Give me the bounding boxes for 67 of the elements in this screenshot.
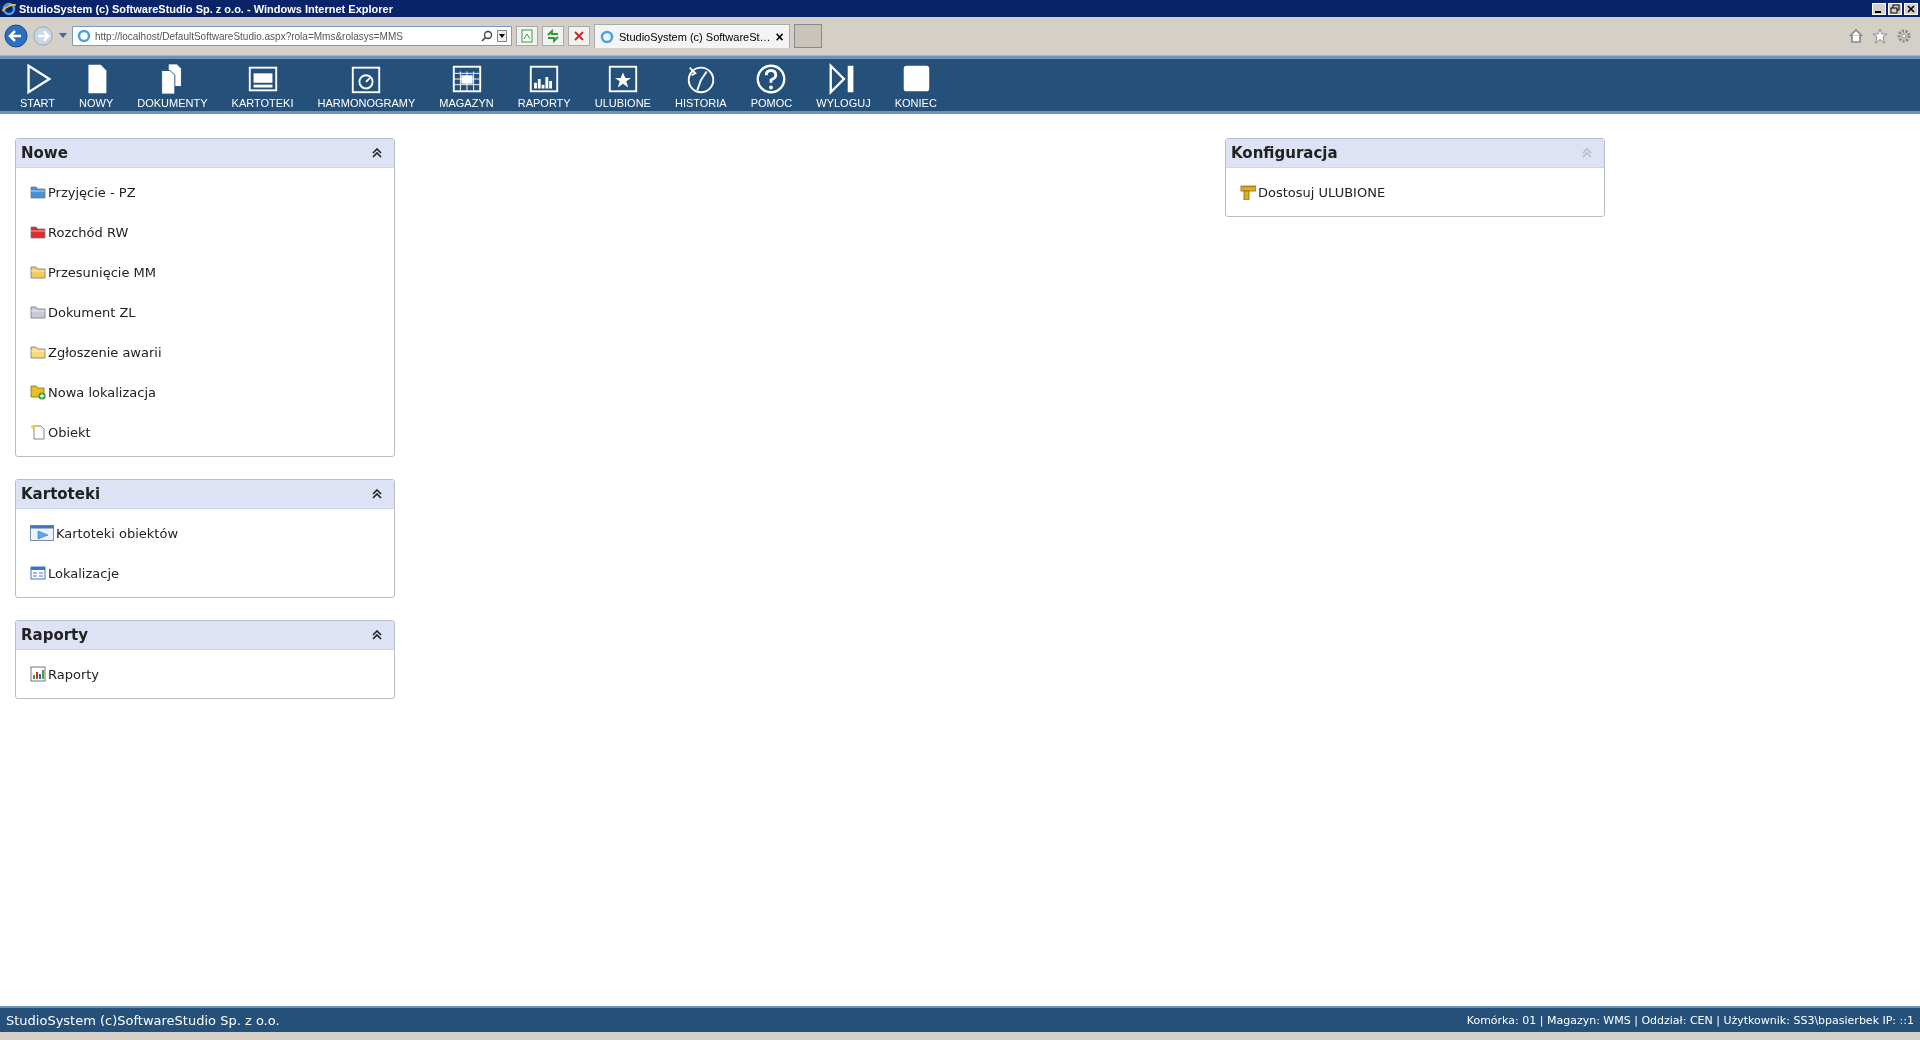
toolbar-button[interactable]: DOKUMENTY [125,59,220,111]
toolbar-button[interactable]: ULUBIONE [582,59,663,111]
home-icon[interactable] [1848,28,1864,44]
panel-link-label: Lokalizacje [48,565,119,581]
panel-link[interactable]: Dostosuj ULUBIONE [1240,172,1604,212]
close-icon [573,30,585,42]
panel-link-label: Przesunięcie MM [48,264,156,280]
stop-button[interactable] [568,26,590,46]
window-title: StudioSystem (c) SoftwareStudio Sp. z o.o. - Windows Internet Explorer [19,2,393,15]
cardwindow-icon [30,524,54,542]
collapse-icon[interactable] [372,630,382,640]
chart-icon [30,666,46,682]
toolbar-button[interactable]: RAPORTY [505,59,583,111]
panel-link[interactable]: Przesunięcie MM [30,252,394,292]
minimize-icon[interactable] [1872,2,1886,15]
toolbar-button[interactable]: KARTOTEKI [219,59,306,111]
panel-link-label: Rozchód RW [48,224,129,240]
panel-link-label: Raporty [48,666,100,682]
panel-link[interactable]: Zgłoszenie awarii [30,332,394,372]
collapse-icon[interactable] [372,489,382,499]
panel-link-label: Dokument ZL [48,304,136,320]
address-field[interactable]: http://localhost/DefaultSoftwareStudio.aspx?rola=Mms&rolasys=MMS [72,26,512,46]
toolbar-button[interactable]: START [8,59,68,111]
panel-link[interactable]: Nowa lokalizacja [30,372,394,412]
toolbar-button[interactable]: HISTORIA [662,59,739,111]
status-info: Komórka: 01 | Magazyn: WMS | Oddział: CEN | Użytkownik: SS3\bpasierbek IP: ::1 [1466,1013,1914,1027]
panel-link[interactable]: Lokalizacje [30,553,394,593]
panel-link[interactable]: Kartoteki obiektów [30,513,394,553]
collapse-icon[interactable] [372,148,382,158]
tab-close[interactable]: × [775,28,784,45]
panel-link-label: Kartoteki obiektów [56,525,179,541]
toolbar-button[interactable]: HARMONOGRAMY [305,59,428,111]
panel-link-label: Nowa lokalizacja [48,384,156,400]
addfolder-icon [30,384,46,400]
toolbar-button[interactable]: WYLOGUJ [804,59,883,111]
restore-icon[interactable] [1888,2,1902,15]
panel-title: Konfiguracja [1231,144,1338,162]
status-text: StudioSystem (c)SoftwareStudio Sp. z o.o. [6,1012,280,1028]
compatibility-button[interactable] [516,26,538,46]
toolbar-button[interactable]: NOWY [67,59,126,111]
refresh-button[interactable] [542,26,564,46]
dropdown-icon[interactable] [497,30,507,42]
refresh-icon [546,29,560,43]
panel-link[interactable]: Rozchód RW [30,212,394,252]
panel-link-label: Zgłoszenie awarii [48,344,162,360]
panel-link[interactable]: Raporty [30,654,394,694]
toolbar-button[interactable]: KONIEC [882,59,949,111]
browser-tab[interactable]: StudioSystem (c) SoftwareSt… × [594,24,790,48]
star-icon[interactable] [1872,28,1888,44]
panel-title: Nowe [21,144,68,162]
panel-link-label: Dostosuj ULUBIONE [1258,184,1386,200]
panel-link[interactable]: Dokument ZL [30,292,394,332]
tab-title: StudioSystem (c) SoftwareSt… [619,30,771,43]
gridwindow-icon [30,565,46,581]
close-icon[interactable] [1904,2,1918,15]
toolbar-button[interactable]: MAGAZYN [427,59,506,111]
search-icon[interactable] [481,30,493,42]
panel-link-label: Obiekt [48,424,91,440]
panel-title: Raporty [21,626,89,644]
back-icon[interactable] [4,24,28,48]
panel-link[interactable]: Przyjęcie - PZ [30,172,394,212]
browser-logo-icon [2,1,16,16]
toolbar-button[interactable]: POMOC [738,59,805,111]
ruler-icon [1240,184,1256,200]
panel-link[interactable]: Obiekt [30,412,394,452]
panel-link-label: Przyjęcie - PZ [48,184,136,200]
panel-title: Kartoteki [21,485,101,503]
